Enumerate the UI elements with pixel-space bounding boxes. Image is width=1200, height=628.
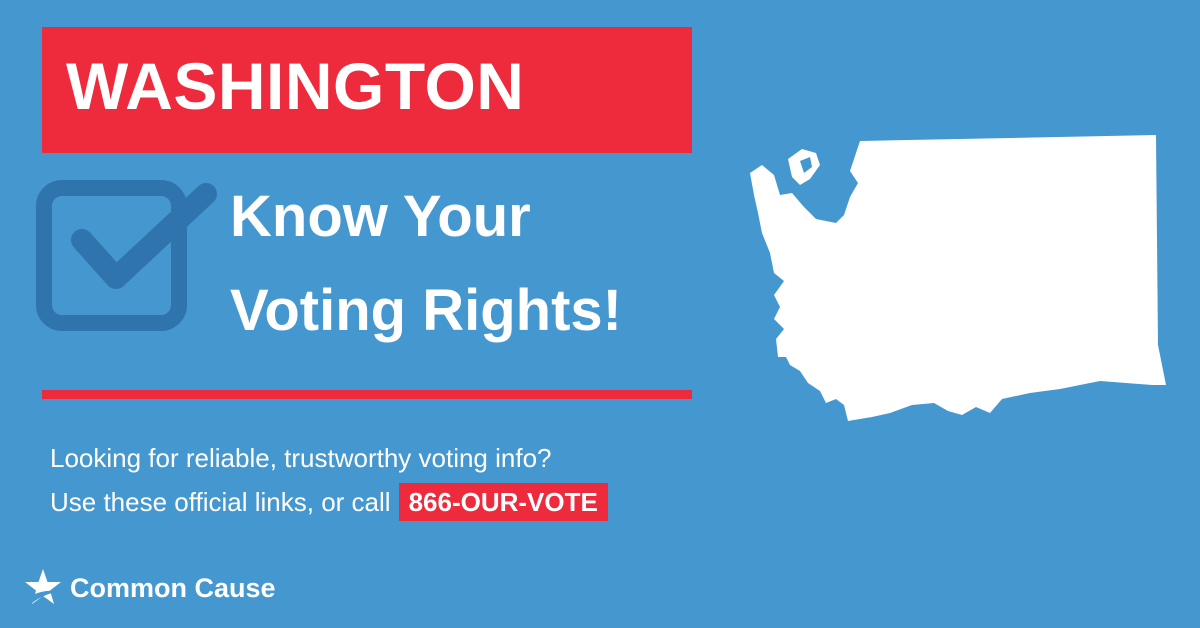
phone-number-badge[interactable]: 866-OUR-VOTE <box>398 483 608 521</box>
state-title-banner: WASHINGTON <box>42 27 692 153</box>
washington-state-map-icon <box>750 135 1166 421</box>
headline-line-1: Know Your <box>230 184 531 249</box>
info-line-2: Use these official links, or call 866-OUR… <box>50 480 608 524</box>
headline-line-2: Voting Rights! <box>230 278 622 343</box>
info-text: Looking for reliable, trustworthy voting… <box>50 436 608 524</box>
info-line-2-text: Use these official links, or call <box>50 487 391 517</box>
state-title: WASHINGTON <box>66 49 525 123</box>
checkbox-checked-icon <box>36 180 217 331</box>
info-line-1: Looking for reliable, trustworthy voting… <box>50 443 552 473</box>
common-cause-logo[interactable]: Common Cause <box>22 566 276 610</box>
star-icon <box>25 569 61 604</box>
brand-name: Common Cause <box>70 572 276 603</box>
headline: Know Your Voting Rights! <box>230 170 622 358</box>
divider <box>42 390 692 399</box>
